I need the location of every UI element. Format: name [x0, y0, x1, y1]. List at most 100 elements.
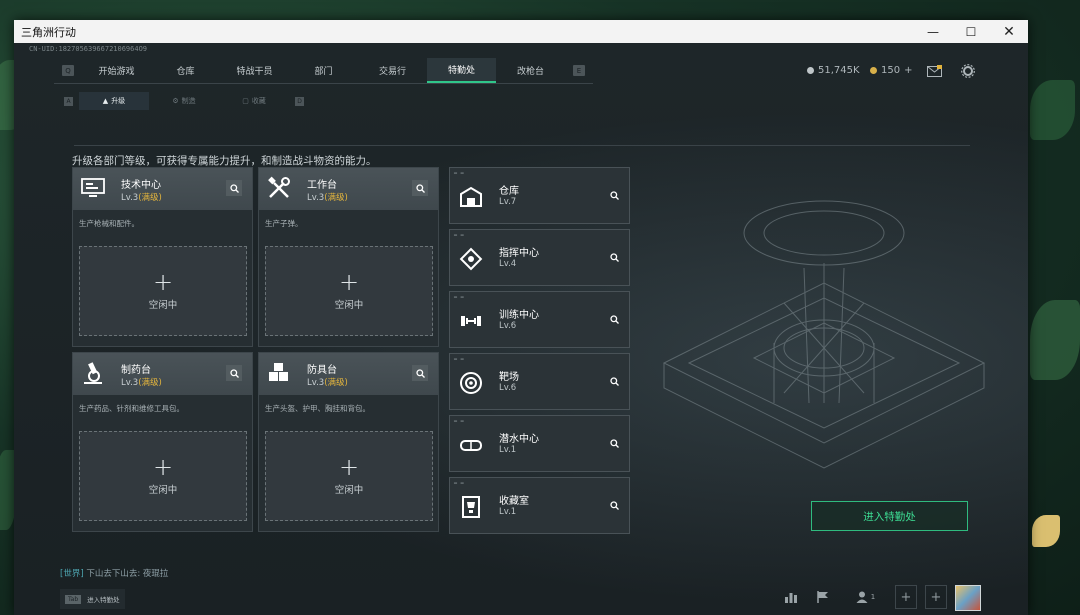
diving-mask-icon	[458, 432, 484, 458]
facility-shooting-range[interactable]: ═ ═ 靶场 Lv.6	[449, 353, 630, 410]
next-subtab-key-hint[interactable]: D	[295, 96, 304, 106]
facility-name: 训练中心	[499, 310, 539, 321]
facility-warehouse[interactable]: ═ ═ 仓库 Lv.7	[449, 167, 630, 224]
plus-icon: +	[338, 268, 360, 296]
production-slot[interactable]: + 空闲中	[79, 431, 247, 521]
card-tech-center[interactable]: 技术中心 Lv.3(满级) 生产枪械和配件。 + 空闲中	[72, 167, 253, 347]
search-icon[interactable]	[226, 180, 242, 196]
search-icon[interactable]	[607, 188, 621, 202]
facility-name: 收藏室	[499, 496, 529, 507]
card-header: 技术中心 Lv.3(满级)	[73, 168, 252, 210]
tab-gunsmith[interactable]: 改枪台	[496, 58, 565, 83]
friends-button[interactable]: 1	[850, 585, 880, 609]
max-level-tag: (满级)	[324, 193, 348, 203]
tab-label: 特战干员	[236, 67, 273, 77]
card-header: 防具台 Lv.3(满级)	[259, 353, 438, 395]
token-icon	[870, 67, 877, 74]
tab-special-ops[interactable]: 特勤处	[427, 58, 496, 83]
tab-label: 开始游戏	[98, 67, 135, 77]
facility-diving-center[interactable]: ═ ═ 潜水中心 Lv.1	[449, 415, 630, 472]
close-button[interactable]: ✕	[990, 20, 1028, 43]
avatar[interactable]	[955, 585, 981, 611]
search-icon[interactable]	[226, 365, 242, 381]
card-level: Lv.3(满级)	[307, 376, 348, 388]
tab-start-game[interactable]: 开始游戏	[82, 58, 151, 83]
facility-level: Lv.6	[499, 383, 517, 393]
coin-icon	[807, 67, 814, 74]
chat-text: 下山去下山去: 夜琨拉	[86, 569, 169, 579]
tab-warehouse[interactable]: 仓库	[151, 58, 220, 83]
add-slot-1[interactable]: +	[895, 585, 917, 609]
stats-icon[interactable]	[780, 585, 802, 609]
tab-label: 改枪台	[516, 67, 544, 77]
desktop-leaf	[1032, 515, 1060, 547]
add-slot-2[interactable]: +	[925, 585, 947, 609]
chat-message[interactable]: [世界] 下山去下山去: 夜琨拉	[60, 567, 168, 579]
card-header: 制药台 Lv.3(满级)	[73, 353, 252, 395]
search-icon[interactable]	[607, 498, 621, 512]
card-level: Lv.3(满级)	[121, 376, 162, 388]
facility-level: Lv.4	[499, 259, 517, 269]
facility-name: 仓库	[499, 186, 519, 197]
facility-level: Lv.1	[499, 507, 517, 517]
currency-secondary: 150 +	[870, 65, 912, 76]
card-name: 工作台	[307, 180, 337, 191]
maximize-button[interactable]: ☐	[952, 20, 990, 43]
production-slot[interactable]: + 空闲中	[265, 246, 433, 336]
friends-count: 1	[870, 593, 876, 601]
command-icon	[458, 246, 484, 272]
facility-name: 指挥中心	[499, 248, 539, 259]
search-icon[interactable]	[607, 250, 621, 264]
plus-icon: +	[152, 268, 174, 296]
search-icon[interactable]	[412, 365, 428, 381]
slot-status: 空闲中	[334, 485, 364, 496]
facility-collection-room[interactable]: ═ ═ 收藏室 Lv.1	[449, 477, 630, 534]
flag-icon[interactable]	[812, 585, 834, 609]
sub-navigation: A ▲ 升级 ⚙ 制造 ▢ 收藏 D	[58, 92, 310, 110]
currency-primary: 51,745K	[807, 65, 860, 76]
card-workbench[interactable]: 工作台 Lv.3(满级) 生产子弹。 + 空闲中	[258, 167, 439, 347]
search-icon[interactable]	[412, 180, 428, 196]
tab-trading[interactable]: 交易行	[358, 58, 427, 83]
add-currency-button[interactable]: +	[904, 65, 912, 76]
tab-label: 部门	[314, 67, 333, 77]
search-icon[interactable]	[607, 312, 621, 326]
prev-subtab-key-hint[interactable]: A	[64, 96, 73, 106]
tab-department[interactable]: 部门	[289, 58, 358, 83]
max-level-tag: (满级)	[138, 378, 162, 388]
production-slot[interactable]: + 空闲中	[265, 431, 433, 521]
currency-primary-value: 51,745K	[818, 65, 860, 76]
main-navigation: Q 开始游戏 仓库 特战干员 部门 交易行 特勤处 改枪台 E	[54, 58, 593, 84]
corner-tick: ═ ═	[454, 419, 465, 425]
tab-operators[interactable]: 特战干员	[220, 58, 289, 83]
search-icon[interactable]	[607, 436, 621, 450]
upgrade-icon: ▲	[102, 97, 109, 105]
mail-icon[interactable]	[926, 63, 942, 79]
armor-icon	[266, 360, 292, 386]
currency-secondary-value: 150	[881, 65, 901, 76]
plus-icon: +	[152, 453, 174, 481]
facility-training-center[interactable]: ═ ═ 训练中心 Lv.6	[449, 291, 630, 348]
subtab-upgrade[interactable]: ▲ 升级	[79, 92, 149, 110]
game-screen: CN-UID:1827056396672106964O9 Q 开始游戏 仓库 特…	[14, 43, 1028, 615]
next-tab-key-hint[interactable]: E	[573, 65, 585, 76]
minimize-button[interactable]: —	[914, 20, 952, 43]
facility-command-center[interactable]: ═ ═ 指挥中心 Lv.4	[449, 229, 630, 286]
card-description: 生产头盔、护甲、胸挂和背包。	[265, 404, 370, 413]
settings-gear-icon[interactable]	[960, 63, 976, 79]
craft-icon: ⚙	[172, 97, 179, 105]
tab-key-hint[interactable]: Tab 进入特勤处	[60, 589, 125, 609]
card-armor-bench[interactable]: 防具台 Lv.3(满级) 生产头盔、护甲、胸挂和背包。 + 空闲中	[258, 352, 439, 532]
enter-special-ops-button[interactable]: 进入特勤处	[811, 501, 968, 531]
search-icon[interactable]	[607, 374, 621, 388]
production-slot[interactable]: + 空闲中	[79, 246, 247, 336]
subtab-craft[interactable]: ⚙ 制造	[149, 92, 219, 110]
prev-tab-key-hint[interactable]: Q	[62, 65, 74, 76]
window-titlebar: 三角洲行动 — ☐ ✕	[14, 20, 1028, 43]
slot-status: 空闲中	[334, 300, 364, 311]
level-value: Lv.3	[307, 378, 325, 388]
card-description: 生产枪械和配件。	[79, 219, 139, 228]
slot-status: 空闲中	[148, 485, 178, 496]
card-pharmacy[interactable]: 制药台 Lv.3(满级) 生产药品、针剂和维修工具包。 + 空闲中	[72, 352, 253, 532]
subtab-collection[interactable]: ▢ 收藏	[219, 92, 289, 110]
